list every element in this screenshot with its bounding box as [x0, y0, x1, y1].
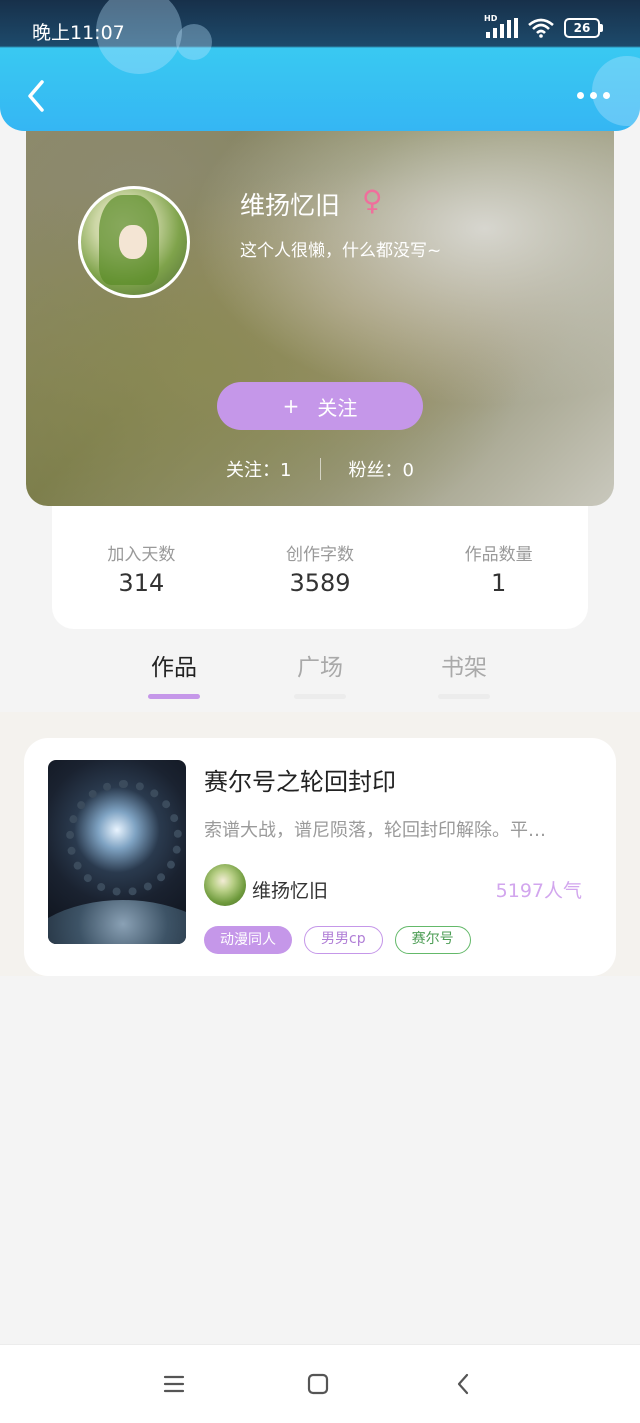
stat-works-count: 作品数量 1 — [409, 506, 588, 629]
stat-value: 3589 — [289, 569, 351, 597]
tab-bookshelf[interactable]: 书架 — [438, 648, 490, 699]
author-name: 维扬忆旧 — [252, 880, 329, 902]
following-count[interactable]: 关注：1 — [226, 456, 291, 482]
stat-label: 加入天数 — [107, 545, 176, 565]
battery-icon: 26 — [564, 18, 603, 38]
chevron-left-icon[interactable] — [22, 78, 52, 114]
back-triangle-icon[interactable] — [451, 1371, 477, 1397]
tag-chip[interactable]: 赛尔号 — [394, 926, 471, 954]
stats-panel: 加入天数 314 创作字数 3589 作品数量 1 — [52, 506, 588, 629]
status-icons: HD 26 — [484, 14, 603, 38]
tag-list: 动漫同人 男男cp 赛尔号 — [204, 926, 471, 954]
menu-icon[interactable] — [161, 1371, 187, 1397]
signal-icon: HD — [484, 14, 518, 38]
avatar[interactable] — [78, 186, 190, 298]
tab-plaza[interactable]: 广场 — [294, 648, 346, 699]
stat-join-days: 加入天数 314 — [52, 506, 231, 629]
profile-tabs: 作品 广场 书架 — [0, 640, 640, 712]
stat-label: 作品数量 — [464, 545, 533, 565]
tab-label: 广场 — [297, 655, 343, 681]
stat-word-count: 创作字数 3589 — [231, 506, 410, 629]
profile-card: 维扬忆旧 ♀ 这个人很懒，什么都没写~ + 关注 关注：1 粉丝：0 — [26, 110, 614, 506]
work-card[interactable]: 赛尔号之轮回封印 索谱大战，谱尼陨落，轮回封印解除。平… 维扬忆旧 5197人气… — [24, 738, 616, 976]
follow-button-label: 关注 — [317, 395, 358, 420]
wifi-icon — [528, 18, 554, 38]
tab-works[interactable]: 作品 — [148, 648, 200, 699]
battery-level: 26 — [573, 21, 591, 35]
header-bar: 晚上11:07 HD 26 — [0, 0, 640, 131]
profile-bio: 这个人很懒，什么都没写~ — [240, 241, 442, 261]
stat-label: 创作字数 — [286, 545, 354, 565]
follow-counts: 关注：1 粉丝：0 — [26, 456, 614, 482]
tab-indicator — [438, 694, 490, 699]
profile-name: 维扬忆旧 — [240, 191, 341, 220]
status-time: 晚上11:07 — [32, 22, 125, 44]
tab-label: 书架 — [441, 655, 487, 681]
tag-chip[interactable]: 动漫同人 — [204, 926, 292, 954]
female-icon: ♀ — [362, 184, 383, 217]
book-cover[interactable] — [48, 760, 186, 944]
popularity-count: 5197人气 — [495, 880, 582, 902]
home-square-icon[interactable] — [305, 1371, 331, 1397]
work-description: 索谱大战，谱尼陨落，轮回封印解除。平… — [204, 820, 546, 841]
tab-label: 作品 — [151, 655, 197, 681]
decor-bubble — [592, 56, 640, 126]
network-label: HD — [484, 14, 498, 23]
plus-icon: + — [282, 394, 300, 418]
follow-button[interactable]: + 关注 — [217, 382, 423, 430]
tag-chip[interactable]: 男男cp — [304, 926, 383, 954]
tab-indicator — [294, 694, 346, 699]
author-avatar — [204, 864, 246, 906]
followers-count[interactable]: 粉丝：0 — [349, 456, 414, 482]
more-dots-icon[interactable] — [577, 92, 610, 99]
divider — [319, 458, 321, 480]
tab-indicator — [148, 694, 200, 699]
work-title[interactable]: 赛尔号之轮回封印 — [204, 762, 396, 797]
system-nav-bar — [0, 1344, 640, 1423]
stat-value: 1 — [491, 569, 507, 597]
decor-bubble — [176, 24, 212, 60]
stat-value: 314 — [118, 569, 165, 597]
